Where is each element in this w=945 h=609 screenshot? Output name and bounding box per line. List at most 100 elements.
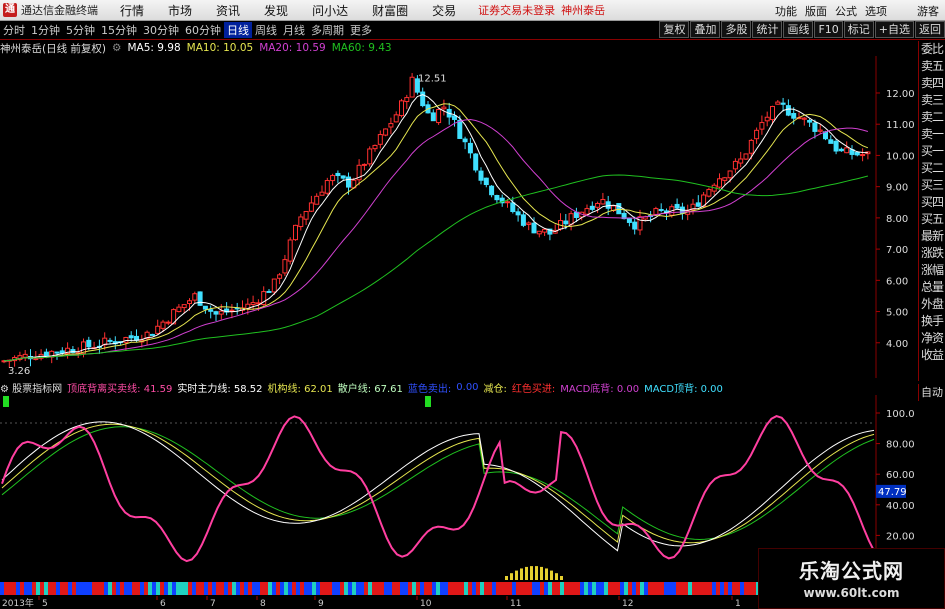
date-month-label: 12 — [622, 599, 633, 609]
menu-item-wealth[interactable]: 财富圈 — [372, 2, 408, 19]
menu-item-discover[interactable]: 发现 — [264, 2, 288, 19]
indicator-tick-label: 80.00 — [886, 440, 915, 451]
candle-body — [335, 172, 341, 177]
tool-f10[interactable]: F10 — [814, 21, 843, 38]
strip-cell — [428, 582, 432, 595]
side-item[interactable]: 买一 — [919, 143, 945, 160]
period-30min[interactable]: 30分钟 — [140, 22, 182, 38]
tool-statistics[interactable]: 统计 — [752, 21, 783, 38]
settings-gear-icon[interactable]: ⚙ — [112, 42, 121, 54]
period-60min[interactable]: 60分钟 — [182, 22, 224, 38]
candle-body — [308, 202, 314, 212]
candle-body — [674, 203, 680, 209]
strip-cell — [444, 582, 448, 595]
tool-draw-line[interactable]: 画线 — [783, 21, 814, 38]
menu-item-function[interactable]: 功能 — [775, 3, 797, 19]
candle-body — [229, 309, 235, 312]
strip-cell — [592, 582, 596, 595]
date-axis: 2013年 5 6 7 8 9 10 11 12 1 — [2, 596, 741, 609]
signal-bar — [560, 576, 563, 580]
period-daily[interactable]: 日线 — [224, 22, 252, 38]
strip-cell — [372, 582, 376, 595]
candle-body — [277, 274, 283, 279]
strip-cell — [20, 582, 24, 595]
side-item[interactable]: 净资 — [919, 330, 945, 347]
strip-cell — [340, 582, 344, 595]
candle-body — [738, 158, 744, 164]
menu-item-quotes[interactable]: 行情 — [120, 2, 144, 19]
menu-item-layout[interactable]: 版面 — [805, 3, 827, 19]
side-item[interactable]: 总量 — [919, 279, 945, 296]
period-multi[interactable]: 多周期 — [308, 22, 347, 38]
signal-bar — [540, 566, 543, 580]
candle-body — [854, 151, 860, 156]
candle-body — [706, 189, 712, 197]
strip-cell — [596, 582, 600, 595]
menu-item-trade[interactable]: 交易 — [432, 2, 456, 19]
candle-body — [748, 139, 754, 154]
side-item[interactable]: 涨跌 — [919, 245, 945, 262]
ma20-value: MA20: 10.59 — [259, 42, 326, 54]
side-item[interactable]: 买五 — [919, 211, 945, 228]
candle-body — [314, 195, 320, 205]
menu-item-options[interactable]: 选项 — [865, 3, 887, 19]
menu-item-ask[interactable]: 问小达 — [312, 2, 348, 19]
side-item[interactable]: 卖三 — [919, 92, 945, 109]
side-item[interactable]: 委比 — [919, 41, 945, 58]
user-guest[interactable]: 游客 — [917, 3, 939, 19]
period-5min[interactable]: 5分钟 — [63, 22, 98, 38]
period-1min[interactable]: 1分钟 — [28, 22, 63, 38]
side-item[interactable]: 最新 — [919, 228, 945, 245]
side-item[interactable]: 买二 — [919, 160, 945, 177]
side-item[interactable]: 卖四 — [919, 75, 945, 92]
strip-cell — [376, 582, 380, 595]
menu-item-formula[interactable]: 公式 — [835, 3, 857, 19]
strip-cell — [284, 582, 288, 595]
auto-button[interactable]: 自动 — [918, 384, 945, 401]
candlestick-chart[interactable]: 12.0011.0010.009.008.007.006.005.004.00 … — [0, 56, 918, 378]
tool-adjust[interactable]: 复权 — [659, 21, 690, 38]
side-item[interactable]: 卖二 — [919, 109, 945, 126]
period-weekly[interactable]: 周线 — [252, 22, 280, 38]
app-title: 通达信金融终端 — [21, 4, 98, 17]
tool-mark[interactable]: 标记 — [843, 21, 874, 38]
side-item[interactable]: 换手 — [919, 313, 945, 330]
strip-cell — [392, 582, 396, 595]
main-force-line — [1, 421, 875, 552]
candle-body — [54, 351, 60, 354]
tool-multi-stock[interactable]: 多股 — [721, 21, 752, 38]
side-item[interactable]: 外盘 — [919, 296, 945, 313]
period-more[interactable]: 更多 — [347, 22, 375, 38]
tool-overlay[interactable]: 叠加 — [690, 21, 721, 38]
institution-line — [1, 423, 875, 544]
chart-tools: 复权 叠加 多股 统计 画线 F10 标记 +自选 返回 — [658, 21, 945, 39]
side-item[interactable]: 收益 — [919, 347, 945, 364]
candle-body — [605, 201, 611, 209]
candle-body — [181, 304, 187, 309]
menu-item-news[interactable]: 资讯 — [216, 2, 240, 19]
side-item[interactable]: 买三 — [919, 177, 945, 194]
side-item[interactable]: 卖一 — [919, 126, 945, 143]
period-15min[interactable]: 15分钟 — [98, 22, 140, 38]
candle-body — [653, 208, 659, 215]
candle-body — [791, 113, 797, 119]
period-intraday[interactable]: 分时 — [0, 22, 28, 38]
strip-cell — [628, 582, 632, 595]
tool-back[interactable]: 返回 — [915, 21, 945, 38]
candle-body — [165, 321, 171, 324]
side-item[interactable]: 买四 — [919, 194, 945, 211]
side-item[interactable]: 卖五 — [919, 58, 945, 75]
candle-body — [346, 176, 351, 188]
side-item[interactable]: 涨幅 — [919, 262, 945, 279]
strip-cell — [688, 582, 692, 595]
strip-cell — [308, 582, 312, 595]
strip-cell — [268, 582, 272, 595]
strip-cell — [684, 582, 688, 595]
strip-cell — [680, 582, 684, 595]
menu-item-market[interactable]: 市场 — [168, 2, 192, 19]
candle-body — [266, 290, 272, 293]
period-monthly[interactable]: 月线 — [280, 22, 308, 38]
tool-add-watchlist[interactable]: +自选 — [874, 21, 914, 38]
strip-cell — [312, 582, 316, 595]
login-status[interactable]: 证券交易未登录 — [478, 2, 555, 18]
